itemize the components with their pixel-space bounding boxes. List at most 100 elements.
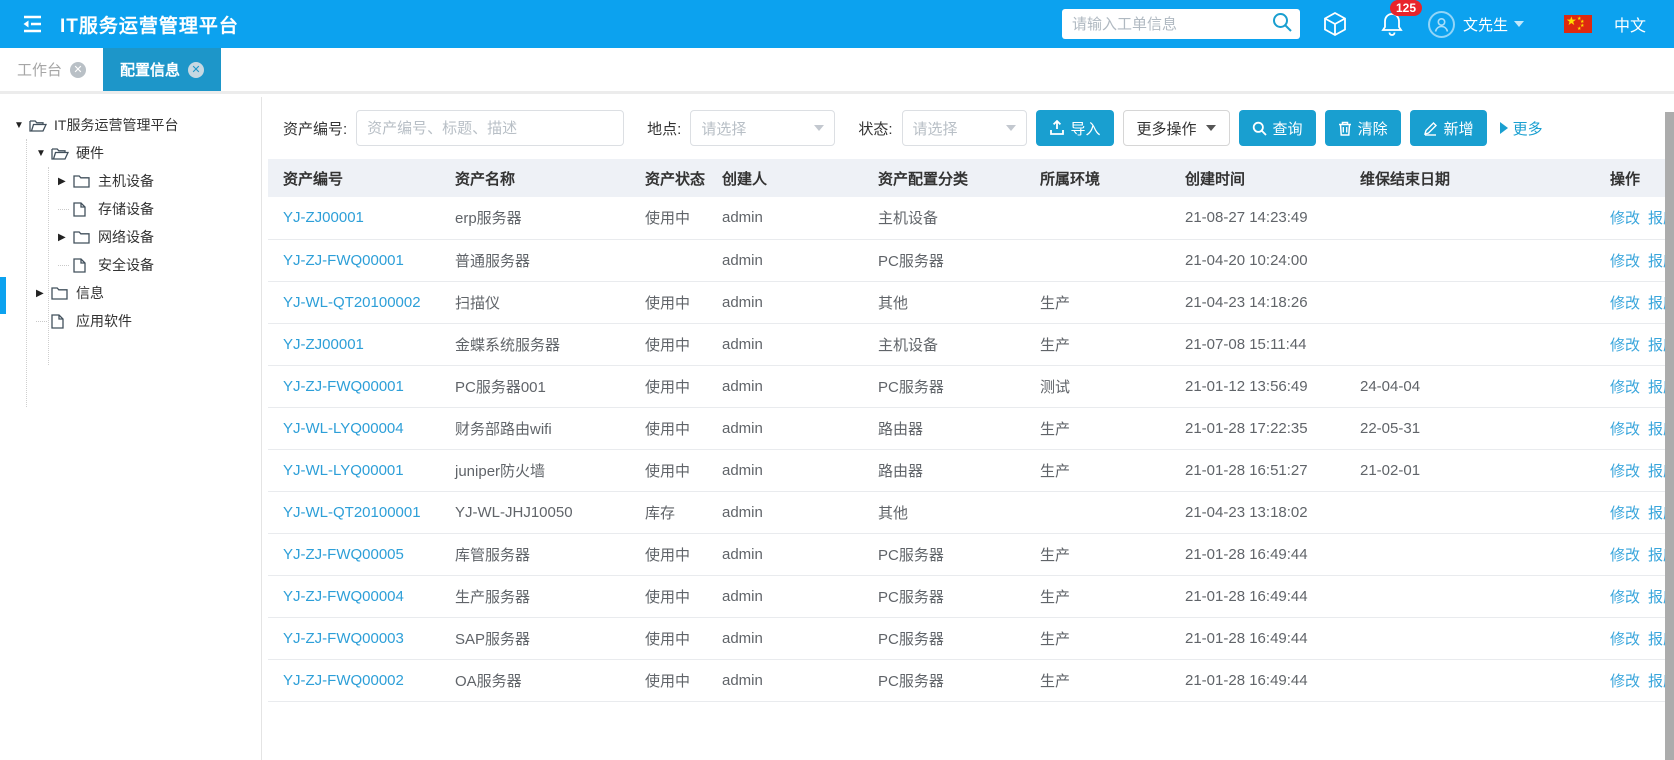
row-action-link[interactable]: 修改 (1610, 547, 1640, 564)
close-icon[interactable]: ✕ (188, 62, 204, 78)
tree-label: 信息 (76, 283, 104, 303)
import-button[interactable]: 导入 (1036, 110, 1114, 146)
tree-arrow-icon[interactable]: ▶ (58, 176, 73, 187)
search-icon[interactable] (1271, 11, 1293, 38)
more-link[interactable]: 更多 (1500, 118, 1543, 139)
china-flag-icon[interactable]: ★ ★ ★ ★ ★ (1564, 15, 1592, 33)
add-button[interactable]: 新增 (1410, 110, 1487, 146)
asset-name-cell: 普通服务器 (440, 239, 630, 281)
category-cell: PC服务器 (863, 239, 1025, 281)
asset-no-input[interactable] (356, 110, 624, 146)
tree-arrow-icon[interactable]: ▶ (58, 232, 73, 243)
creator-cell: admin (707, 407, 863, 449)
category-cell: PC服务器 (863, 575, 1025, 617)
asset-name-cell: erp服务器 (440, 197, 630, 239)
warranty-end-cell: 22-05-31 (1345, 407, 1595, 449)
asset-id-link[interactable]: YJ-WL-QT20100002 (283, 294, 421, 311)
folder-icon (73, 173, 91, 189)
tree-label: 硬件 (76, 143, 104, 163)
status-select[interactable]: 请选择 (902, 110, 1027, 146)
user-menu[interactable]: 文先生 (1463, 14, 1524, 35)
language-switcher[interactable]: 中文 (1614, 12, 1646, 36)
tree-node[interactable]: ▶ 信息 (0, 279, 261, 307)
tree-label: 应用软件 (76, 311, 132, 331)
row-action-link[interactable]: 修改 (1610, 673, 1640, 690)
asset-name-cell: 库管服务器 (440, 533, 630, 575)
asset-id-link[interactable]: YJ-ZJ00001 (283, 209, 364, 226)
category-cell: 路由器 (863, 407, 1025, 449)
asset-id-link[interactable]: YJ-ZJ00001 (283, 336, 364, 353)
chevron-down-icon (814, 125, 824, 131)
asset-status-cell: 使用中 (630, 407, 707, 449)
category-cell: 主机设备 (863, 323, 1025, 365)
row-action-link[interactable]: 修改 (1610, 295, 1640, 312)
table-row: YJ-ZJ-FWQ00003 SAP服务器 使用中 admin PC服务器 生产… (268, 617, 1674, 659)
warranty-end-cell: 21-02-01 (1345, 449, 1595, 491)
location-select[interactable]: 请选择 (690, 110, 835, 146)
menu-fold-icon[interactable] (20, 14, 44, 34)
avatar[interactable] (1428, 11, 1455, 38)
row-action-link[interactable]: 修改 (1610, 631, 1640, 648)
row-actions: 修改报废 (1595, 407, 1674, 449)
asset-name-cell: 财务部路由wifi (440, 407, 630, 449)
tree-label: IT服务运营管理平台 (54, 115, 178, 135)
more-operations-button[interactable]: 更多操作 (1123, 110, 1230, 146)
tree-node[interactable]: ▶ 网络设备 (0, 223, 261, 251)
asset-id-link[interactable]: YJ-ZJ-FWQ00001 (283, 378, 404, 395)
clear-button[interactable]: 清除 (1325, 110, 1401, 146)
tab-config-info[interactable]: 配置信息 ✕ (103, 48, 221, 91)
asset-id-link[interactable]: YJ-WL-LYQ00001 (283, 462, 404, 479)
tree-node[interactable]: ▶ 主机设备 (0, 167, 261, 195)
row-actions: 修改报废 (1595, 365, 1674, 407)
notification-bell-icon[interactable]: 125 (1380, 11, 1404, 37)
creator-cell: admin (707, 659, 863, 701)
tree-arrow-icon[interactable] (58, 209, 69, 210)
tree-node[interactable]: ▼ 硬件 (0, 139, 261, 167)
asset-no-label: 资产编号: (283, 118, 347, 139)
tree-arrow-icon[interactable]: ▼ (36, 148, 51, 159)
tree-arrow-icon[interactable]: ▼ (14, 120, 29, 131)
asset-name-cell: PC服务器001 (440, 365, 630, 407)
vertical-scrollbar[interactable] (1665, 112, 1674, 760)
tab-workbench[interactable]: 工作台 ✕ (0, 48, 103, 91)
tree-node[interactable]: 应用软件 (0, 307, 261, 335)
asset-id-link[interactable]: YJ-WL-QT20100001 (283, 504, 421, 521)
folder-open-icon (51, 145, 69, 161)
tab-bar: 工作台 ✕ 配置信息 ✕ (0, 48, 1674, 94)
order-search-input[interactable] (1072, 16, 1271, 33)
col-warranty-end: 维保结束日期 (1345, 159, 1595, 197)
row-action-link[interactable]: 修改 (1610, 337, 1640, 354)
tree-node[interactable]: ▼ IT服务运营管理平台 (0, 111, 261, 139)
warranty-end-cell: 24-04-04 (1345, 365, 1595, 407)
asset-id-link[interactable]: YJ-ZJ-FWQ00001 (283, 252, 404, 269)
row-actions: 修改报废 (1595, 491, 1674, 533)
asset-id-link[interactable]: YJ-ZJ-FWQ00003 (283, 630, 404, 647)
col-asset-status: 资产状态 (630, 159, 707, 197)
tree-arrow-icon[interactable] (58, 265, 69, 266)
asset-id-link[interactable]: YJ-ZJ-FWQ00005 (283, 546, 404, 563)
created-time-cell: 21-04-20 10:24:00 (1170, 239, 1345, 281)
accent-strip (0, 277, 6, 314)
warranty-end-cell (1345, 575, 1595, 617)
tree-label: 主机设备 (98, 171, 154, 191)
query-button[interactable]: 查询 (1239, 110, 1316, 146)
close-icon[interactable]: ✕ (70, 62, 86, 78)
row-action-link[interactable]: 修改 (1610, 421, 1640, 438)
row-action-link[interactable]: 修改 (1610, 253, 1640, 270)
row-action-link[interactable]: 修改 (1610, 505, 1640, 522)
tree-label: 安全设备 (98, 255, 154, 275)
tree-node[interactable]: 安全设备 (0, 251, 261, 279)
cube-icon[interactable] (1322, 11, 1348, 37)
category-cell: PC服务器 (863, 365, 1025, 407)
creator-cell: admin (707, 449, 863, 491)
row-action-link[interactable]: 修改 (1610, 379, 1640, 396)
asset-id-link[interactable]: YJ-WL-LYQ00004 (283, 420, 404, 437)
row-action-link[interactable]: 修改 (1610, 210, 1640, 227)
tree-guide-line (26, 139, 27, 407)
row-action-link[interactable]: 修改 (1610, 589, 1640, 606)
tree-node[interactable]: 存储设备 (0, 195, 261, 223)
asset-id-link[interactable]: YJ-ZJ-FWQ00002 (283, 672, 404, 689)
asset-id-link[interactable]: YJ-ZJ-FWQ00004 (283, 588, 404, 605)
row-action-link[interactable]: 修改 (1610, 463, 1640, 480)
tree-arrow-icon[interactable] (36, 321, 47, 322)
